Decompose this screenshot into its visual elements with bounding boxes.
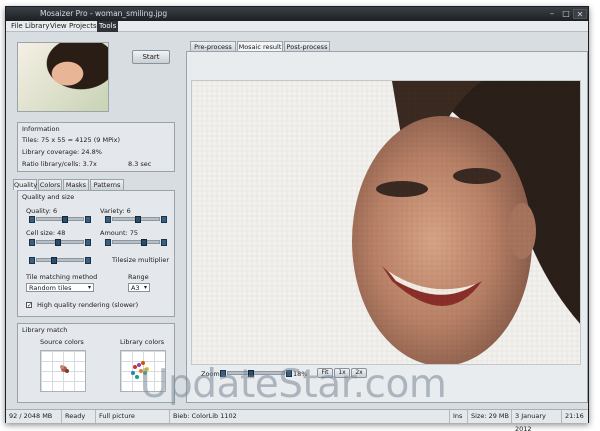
quality-label: Quality: 6: [26, 207, 58, 215]
mosaic-picture: [192, 81, 580, 364]
range-label: Range: [128, 273, 149, 281]
amount-label: Amount: 75: [100, 229, 139, 237]
window-title: Mosaizer Pro - woman_smiling.jpg: [40, 9, 168, 18]
coverage-info: Library coverage: 24.8%: [22, 148, 102, 156]
source-colors-scatter: [60, 365, 69, 373]
information-panel: Information Tiles: 75 x 55 = 4125 (9 MPi…: [17, 122, 175, 172]
screen: { "window": {"title": "Mosaizer Pro - wo…: [0, 0, 600, 431]
menu-projects[interactable]: Projects: [67, 21, 99, 32]
time-info: 8.3 sec: [128, 160, 152, 168]
watermark-text: UpdateStar.com: [140, 362, 447, 407]
status-bar: 92 / 2048 MB Ready Full picture Bieb: Co…: [6, 409, 588, 431]
source-colors-label: Source colors: [40, 338, 84, 346]
hq-rendering-label: High quality rendering (slower): [37, 301, 139, 309]
tab-quality[interactable]: Quality: [13, 179, 37, 190]
status-time: 21:16: [565, 412, 584, 420]
matching-method-label: Tile matching method: [26, 273, 98, 281]
status-view: Full picture: [96, 410, 170, 423]
status-library: Bieb: ColorLib 1102: [170, 410, 450, 423]
quality-panel: Quality and size Quality: 6 Variety: 6 C…: [17, 190, 175, 317]
tab-colors[interactable]: Colors: [38, 179, 62, 190]
library-match-title: Library match: [22, 326, 68, 334]
tiles-info: Tiles: 75 x 55 = 4125 (9 MPix): [22, 136, 121, 144]
minimize-button[interactable]: –: [545, 9, 559, 19]
cellsize-slider[interactable]: [29, 239, 91, 246]
status-state: Ready: [62, 410, 96, 423]
quality-panel-title: Quality and size: [22, 193, 75, 201]
tilesize-label: Tilesize multiplier: [112, 256, 170, 264]
cellsize-label: Cell size: 48: [26, 229, 66, 237]
status-date: 3 January 2012: [512, 410, 562, 431]
left-panel: Start Information Tiles: 75 x 55 = 4125 …: [6, 32, 184, 409]
range-select[interactable]: A3: [128, 283, 150, 292]
close-button[interactable]: ✕: [573, 9, 587, 19]
status-ins: Ins: [450, 410, 468, 423]
status-size: Size: 29 MB: [468, 410, 512, 423]
source-image-thumbnail[interactable]: [17, 42, 109, 112]
maximize-button[interactable]: □: [559, 9, 573, 19]
ratio-info: Ratio library/cells: 3.7x: [22, 160, 97, 168]
status-memory: 92 / 2048 MB: [6, 410, 62, 423]
app-window: Mosaizer Pro - woman_smiling.jpg – □ ✕ F…: [5, 6, 590, 431]
library-colors-label: Library colors: [120, 338, 165, 346]
amount-slider[interactable]: [105, 239, 167, 246]
menu-view[interactable]: View: [48, 21, 69, 32]
tilesize-slider[interactable]: [29, 257, 91, 264]
tab-pre-process[interactable]: Pre-process: [190, 41, 236, 51]
tab-patterns[interactable]: Patterns: [90, 179, 124, 190]
tab-mosaic-result[interactable]: Mosaic result: [237, 41, 283, 51]
right-panel: Pre-process Mosaic result Post-process Z…: [184, 32, 590, 409]
hq-rendering-checkbox[interactable]: ✓: [26, 302, 32, 309]
start-button[interactable]: Start: [132, 50, 170, 64]
source-colors-plot: [40, 350, 86, 392]
mosaic-result-panel: Zoom: 18% Fit 1x 2x: [186, 51, 588, 403]
matching-method-select[interactable]: Random tiles: [26, 283, 94, 292]
menu-bar: File Library View Projects Tools: [6, 21, 588, 32]
information-title: Information: [22, 125, 60, 133]
variety-label: Variety: 6: [100, 207, 131, 215]
tab-post-process[interactable]: Post-process: [284, 41, 330, 51]
menu-tools[interactable]: Tools: [97, 21, 119, 32]
title-bar: Mosaizer Pro - woman_smiling.jpg – □ ✕: [6, 7, 588, 21]
quality-slider[interactable]: [29, 216, 91, 223]
tab-masks[interactable]: Masks: [63, 179, 89, 190]
mosaic-image[interactable]: [191, 80, 581, 365]
variety-slider[interactable]: [105, 216, 167, 223]
